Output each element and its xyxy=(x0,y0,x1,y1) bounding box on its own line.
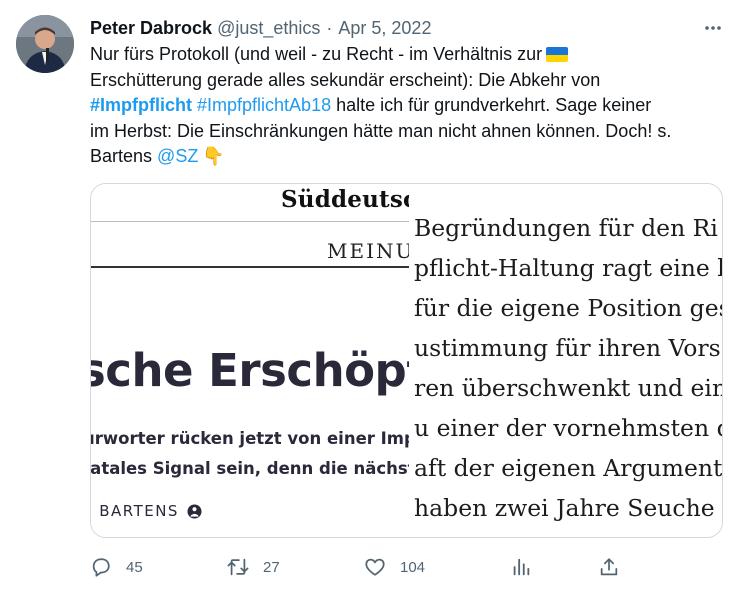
author-name[interactable]: Peter Dabrock xyxy=(90,18,212,39)
article-author: R BARTENS xyxy=(91,502,202,520)
divider xyxy=(91,221,409,222)
article-teaser-line: fatales Signal sein, denn die nächst xyxy=(91,459,409,478)
share-icon xyxy=(600,558,618,576)
hashtag-impfpflichtab18[interactable]: #ImpfpflichtAb18 xyxy=(197,95,331,115)
retweet-icon xyxy=(227,558,249,576)
article-body-line: u einer der vornehmsten d xyxy=(414,414,723,442)
like-button[interactable]: 104 xyxy=(364,554,425,580)
article-headline: sche Erschöpf xyxy=(91,344,409,397)
tweet-text-line4: im Herbst: Die Einschränkungen hätte man… xyxy=(90,120,672,141)
article-author-name: R BARTENS xyxy=(91,502,179,520)
article-body-line: ustimmung für ihren Vors xyxy=(414,334,721,362)
reply-button[interactable]: 45 xyxy=(90,554,143,580)
hashtag-impfpflicht[interactable]: #Impfpflicht xyxy=(90,95,192,115)
analytics-icon xyxy=(513,558,530,576)
section-label: MEINU xyxy=(327,239,409,263)
media-image-left[interactable]: Süddeutsche MEINU sche Erschöpf urworter… xyxy=(91,184,409,537)
tweet-text-line3: halte ich für grundverkehrt. Sage keiner xyxy=(331,95,652,115)
tweet-text: Nur fürs Protokoll (und weil - zu Recht … xyxy=(90,42,720,170)
more-options-icon[interactable] xyxy=(701,16,725,40)
divider xyxy=(91,266,409,268)
pointing-down-emoji: 👇 xyxy=(202,146,225,166)
views-button[interactable] xyxy=(510,554,532,580)
newspaper-masthead: Süddeutsche xyxy=(281,186,409,213)
article-body-line: ren überschwenkt und eine xyxy=(414,374,723,402)
retweet-count: 27 xyxy=(263,558,280,576)
reply-icon xyxy=(92,558,110,577)
author-handle[interactable]: @just_ethics xyxy=(217,18,320,39)
tweet-text-line5: Bartens xyxy=(90,146,158,166)
tweet-actions: 45 27 104 xyxy=(90,554,630,580)
share-button[interactable] xyxy=(598,554,620,580)
tweet-line: #Impfpflicht #ImpfpflichtAb18 halte ich … xyxy=(90,93,720,119)
article-body-line: aft der eigenen Argumente xyxy=(414,454,723,482)
reply-count: 45 xyxy=(126,558,143,576)
article-teaser-line: urworter rücken jetzt von einer Impf xyxy=(91,429,409,448)
media-attachment[interactable]: Süddeutsche MEINU sche Erschöpf urworter… xyxy=(90,183,723,538)
tweet: Peter Dabrock @just_ethics · Apr 5, 2022… xyxy=(0,0,751,604)
tweet-text-line1: Nur fürs Protokoll (und weil - zu Recht … xyxy=(90,44,543,64)
heart-icon xyxy=(365,558,385,576)
like-count: 104 xyxy=(400,558,426,576)
article-body-line: für die eigene Position ges xyxy=(414,294,723,322)
ukraine-flag-icon xyxy=(546,47,569,62)
article-body-line: haben zwei Jahre Seuche ge xyxy=(414,494,723,522)
media-image-right[interactable]: Begründungen für den Ri pflicht-Haltung … xyxy=(409,184,723,537)
avatar[interactable] xyxy=(16,15,74,73)
tweet-text-line2: Erschütterung gerade alles sekundär ersc… xyxy=(90,69,601,90)
retweet-button[interactable]: 27 xyxy=(227,554,280,580)
info-icon xyxy=(187,503,202,519)
tweet-date[interactable]: Apr 5, 2022 xyxy=(338,18,431,39)
tweet-header: Peter Dabrock @just_ethics · Apr 5, 2022 xyxy=(90,16,731,40)
tweet-line: Nur fürs Protokoll (und weil - zu Recht … xyxy=(90,42,720,68)
separator-dot: · xyxy=(326,17,333,38)
article-body-line: pflicht-Haltung ragt eine b xyxy=(414,254,723,282)
article-body-line: Begründungen für den Ri xyxy=(414,214,718,242)
tweet-line: Bartens @SZ 👇 xyxy=(90,144,720,170)
mention-sz[interactable]: @SZ xyxy=(157,146,198,166)
